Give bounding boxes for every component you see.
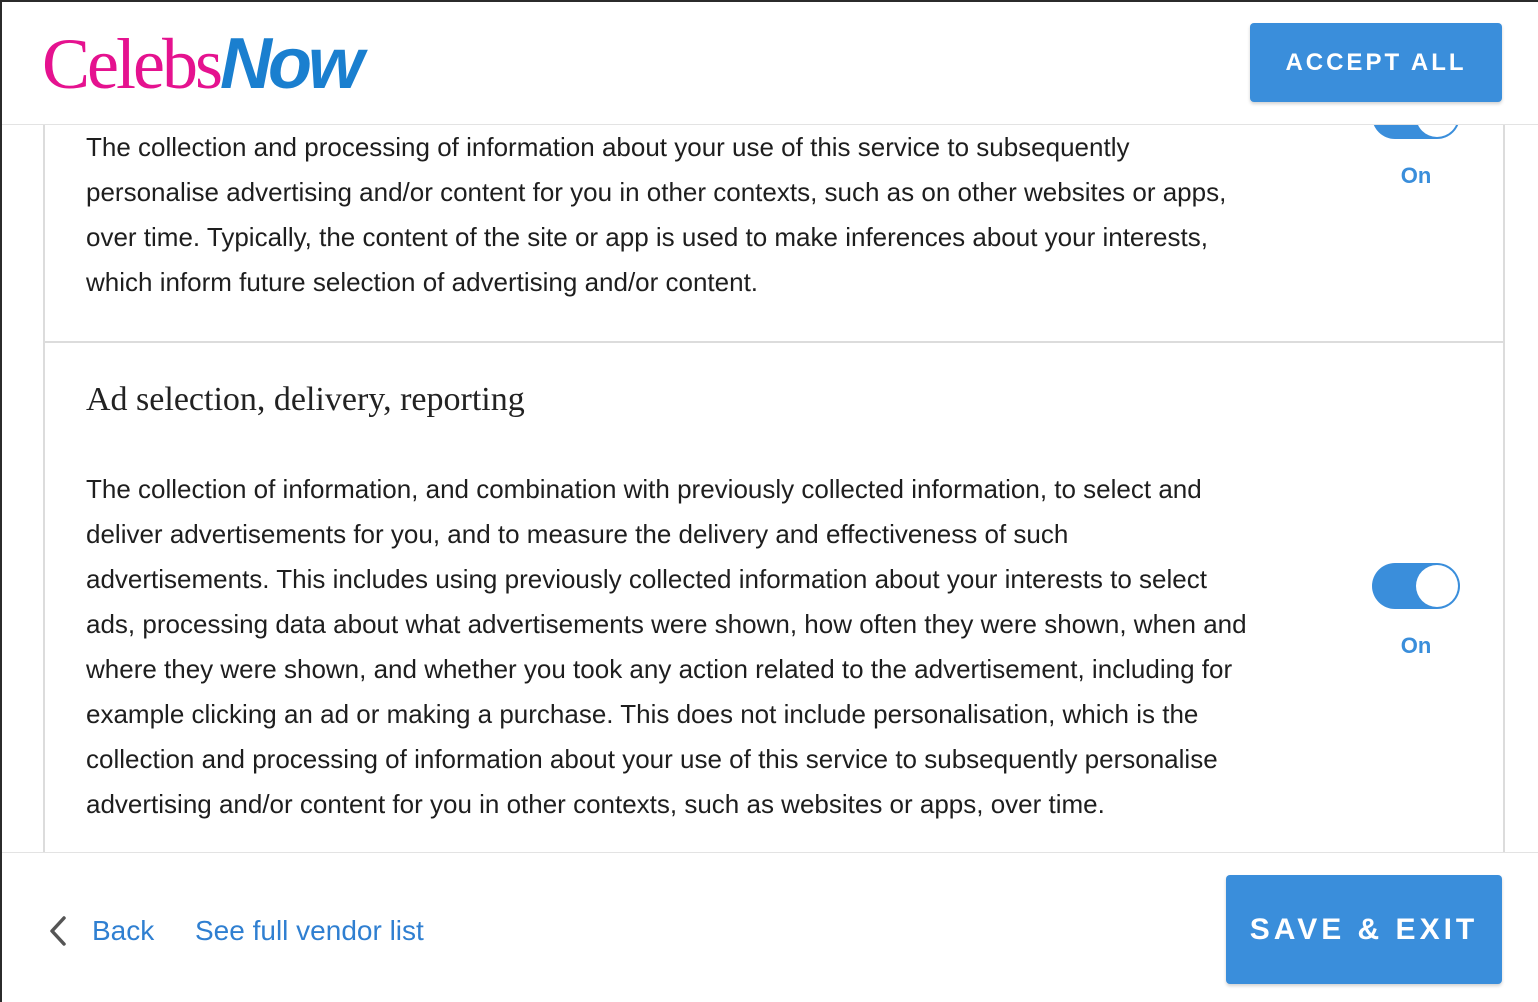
back-button[interactable]: Back [46, 911, 154, 951]
purpose-panel-personalisation: The collection and processing of informa… [43, 125, 1505, 343]
purposes-scroll-area[interactable]: The collection and processing of informa… [2, 125, 1538, 852]
purpose-title: Ad selection, delivery, reporting [86, 381, 525, 418]
see-full-vendor-list-link[interactable]: See full vendor list [195, 911, 424, 951]
toggle-knob [1416, 125, 1458, 137]
celebsnow-logo: CelebsNow [42, 24, 364, 104]
toggle-status-label: On [1400, 633, 1432, 658]
purpose-description: The collection of information, and combi… [86, 474, 1247, 819]
chevron-left-icon [50, 916, 66, 946]
purpose-toggle-personalisation[interactable] [1372, 125, 1460, 139]
dialog-footer: Back See full vendor list SAVE & EXIT [2, 852, 1538, 1002]
save-and-exit-button[interactable]: SAVE & EXIT [1226, 875, 1502, 984]
logo-now-text: Now [219, 24, 364, 104]
accept-all-button[interactable]: ACCEPT ALL [1250, 23, 1502, 102]
purpose-description: The collection and processing of informa… [86, 132, 1227, 297]
consent-dialog: CelebsNow ACCEPT ALL The collection and … [2, 2, 1538, 1002]
purpose-panel-ad-selection: Ad selection, delivery, reporting The co… [43, 343, 1505, 852]
logo-celebs-text: Celebs [42, 24, 223, 104]
toggle-status-label: On [1400, 163, 1432, 188]
toggle-knob [1416, 565, 1458, 607]
back-label: Back [92, 915, 155, 946]
dialog-header: CelebsNow ACCEPT ALL [2, 2, 1538, 125]
purpose-toggle-ad-selection[interactable] [1372, 563, 1460, 609]
